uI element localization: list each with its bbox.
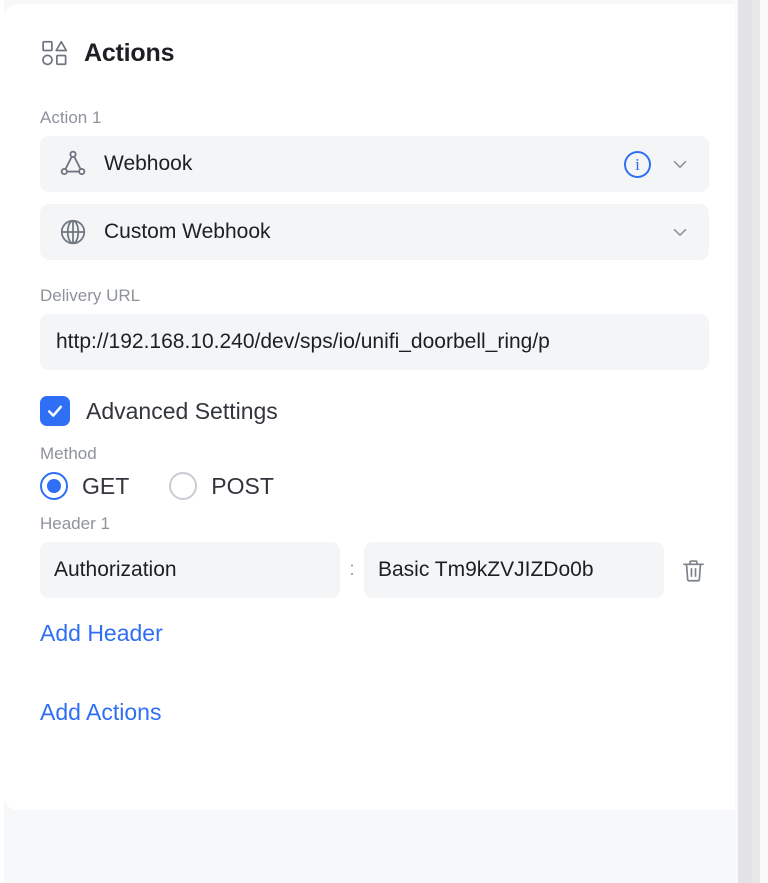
- action-subtype-value: Custom Webhook: [104, 220, 271, 243]
- radio-post-icon[interactable]: [169, 472, 198, 500]
- shapes-grid-icon: [40, 38, 70, 68]
- delivery-url-input[interactable]: http://192.168.10.240/dev/sps/io/unifi_d…: [40, 314, 709, 370]
- advanced-settings-checkbox[interactable]: [40, 396, 70, 426]
- scrollbar-area: [735, 0, 768, 883]
- add-header-row: Add Header: [40, 620, 709, 647]
- info-circle-icon[interactable]: i: [624, 150, 651, 178]
- scrollbar-thumb[interactable]: [738, 0, 752, 883]
- trash-icon[interactable]: [680, 557, 707, 584]
- panel-header: Actions: [40, 38, 709, 68]
- radio-get-icon[interactable]: [40, 472, 68, 500]
- advanced-settings-checkbox-row[interactable]: Advanced Settings: [40, 396, 709, 426]
- method-option-get[interactable]: GET: [40, 472, 129, 500]
- method-label: Method: [40, 444, 97, 463]
- header-label: Header 1: [40, 514, 110, 533]
- checkmark-icon: [45, 401, 65, 421]
- header-row: Authorization : Basic Tm9kZVJIZDo0b: [40, 542, 709, 598]
- header-key-input[interactable]: Authorization: [40, 542, 340, 598]
- header-separator: :: [349, 559, 355, 580]
- action-type-select[interactable]: Webhook i: [40, 136, 709, 192]
- action-label: Action 1: [40, 108, 102, 127]
- page-title: Actions: [84, 38, 175, 67]
- chevron-down-icon[interactable]: [669, 153, 691, 175]
- add-actions-button[interactable]: Add Actions: [40, 699, 161, 726]
- page-background: Actions Action 1 Webhook i Custom Webhoo…: [0, 0, 768, 883]
- chevron-down-icon[interactable]: [669, 221, 691, 243]
- delivery-url-label: Delivery URL: [40, 286, 141, 305]
- webhook-icon: [58, 149, 92, 179]
- header-value-input[interactable]: Basic Tm9kZVJIZDo0b: [364, 542, 664, 598]
- action-type-value: Webhook: [104, 152, 193, 175]
- actions-panel-card: Actions Action 1 Webhook i Custom Webhoo…: [4, 4, 745, 810]
- action-subtype-select[interactable]: Custom Webhook: [40, 204, 709, 260]
- method-option-get-label: GET: [82, 472, 130, 499]
- advanced-settings-label: Advanced Settings: [86, 397, 278, 424]
- method-option-post[interactable]: POST: [169, 472, 274, 500]
- method-radio-group: GET POST: [40, 472, 709, 500]
- add-header-button[interactable]: Add Header: [40, 620, 163, 647]
- method-option-post-label: POST: [211, 472, 274, 499]
- globe-icon: [58, 217, 92, 247]
- scrollbar-track[interactable]: [738, 0, 760, 883]
- add-actions-row: Add Actions: [40, 699, 709, 726]
